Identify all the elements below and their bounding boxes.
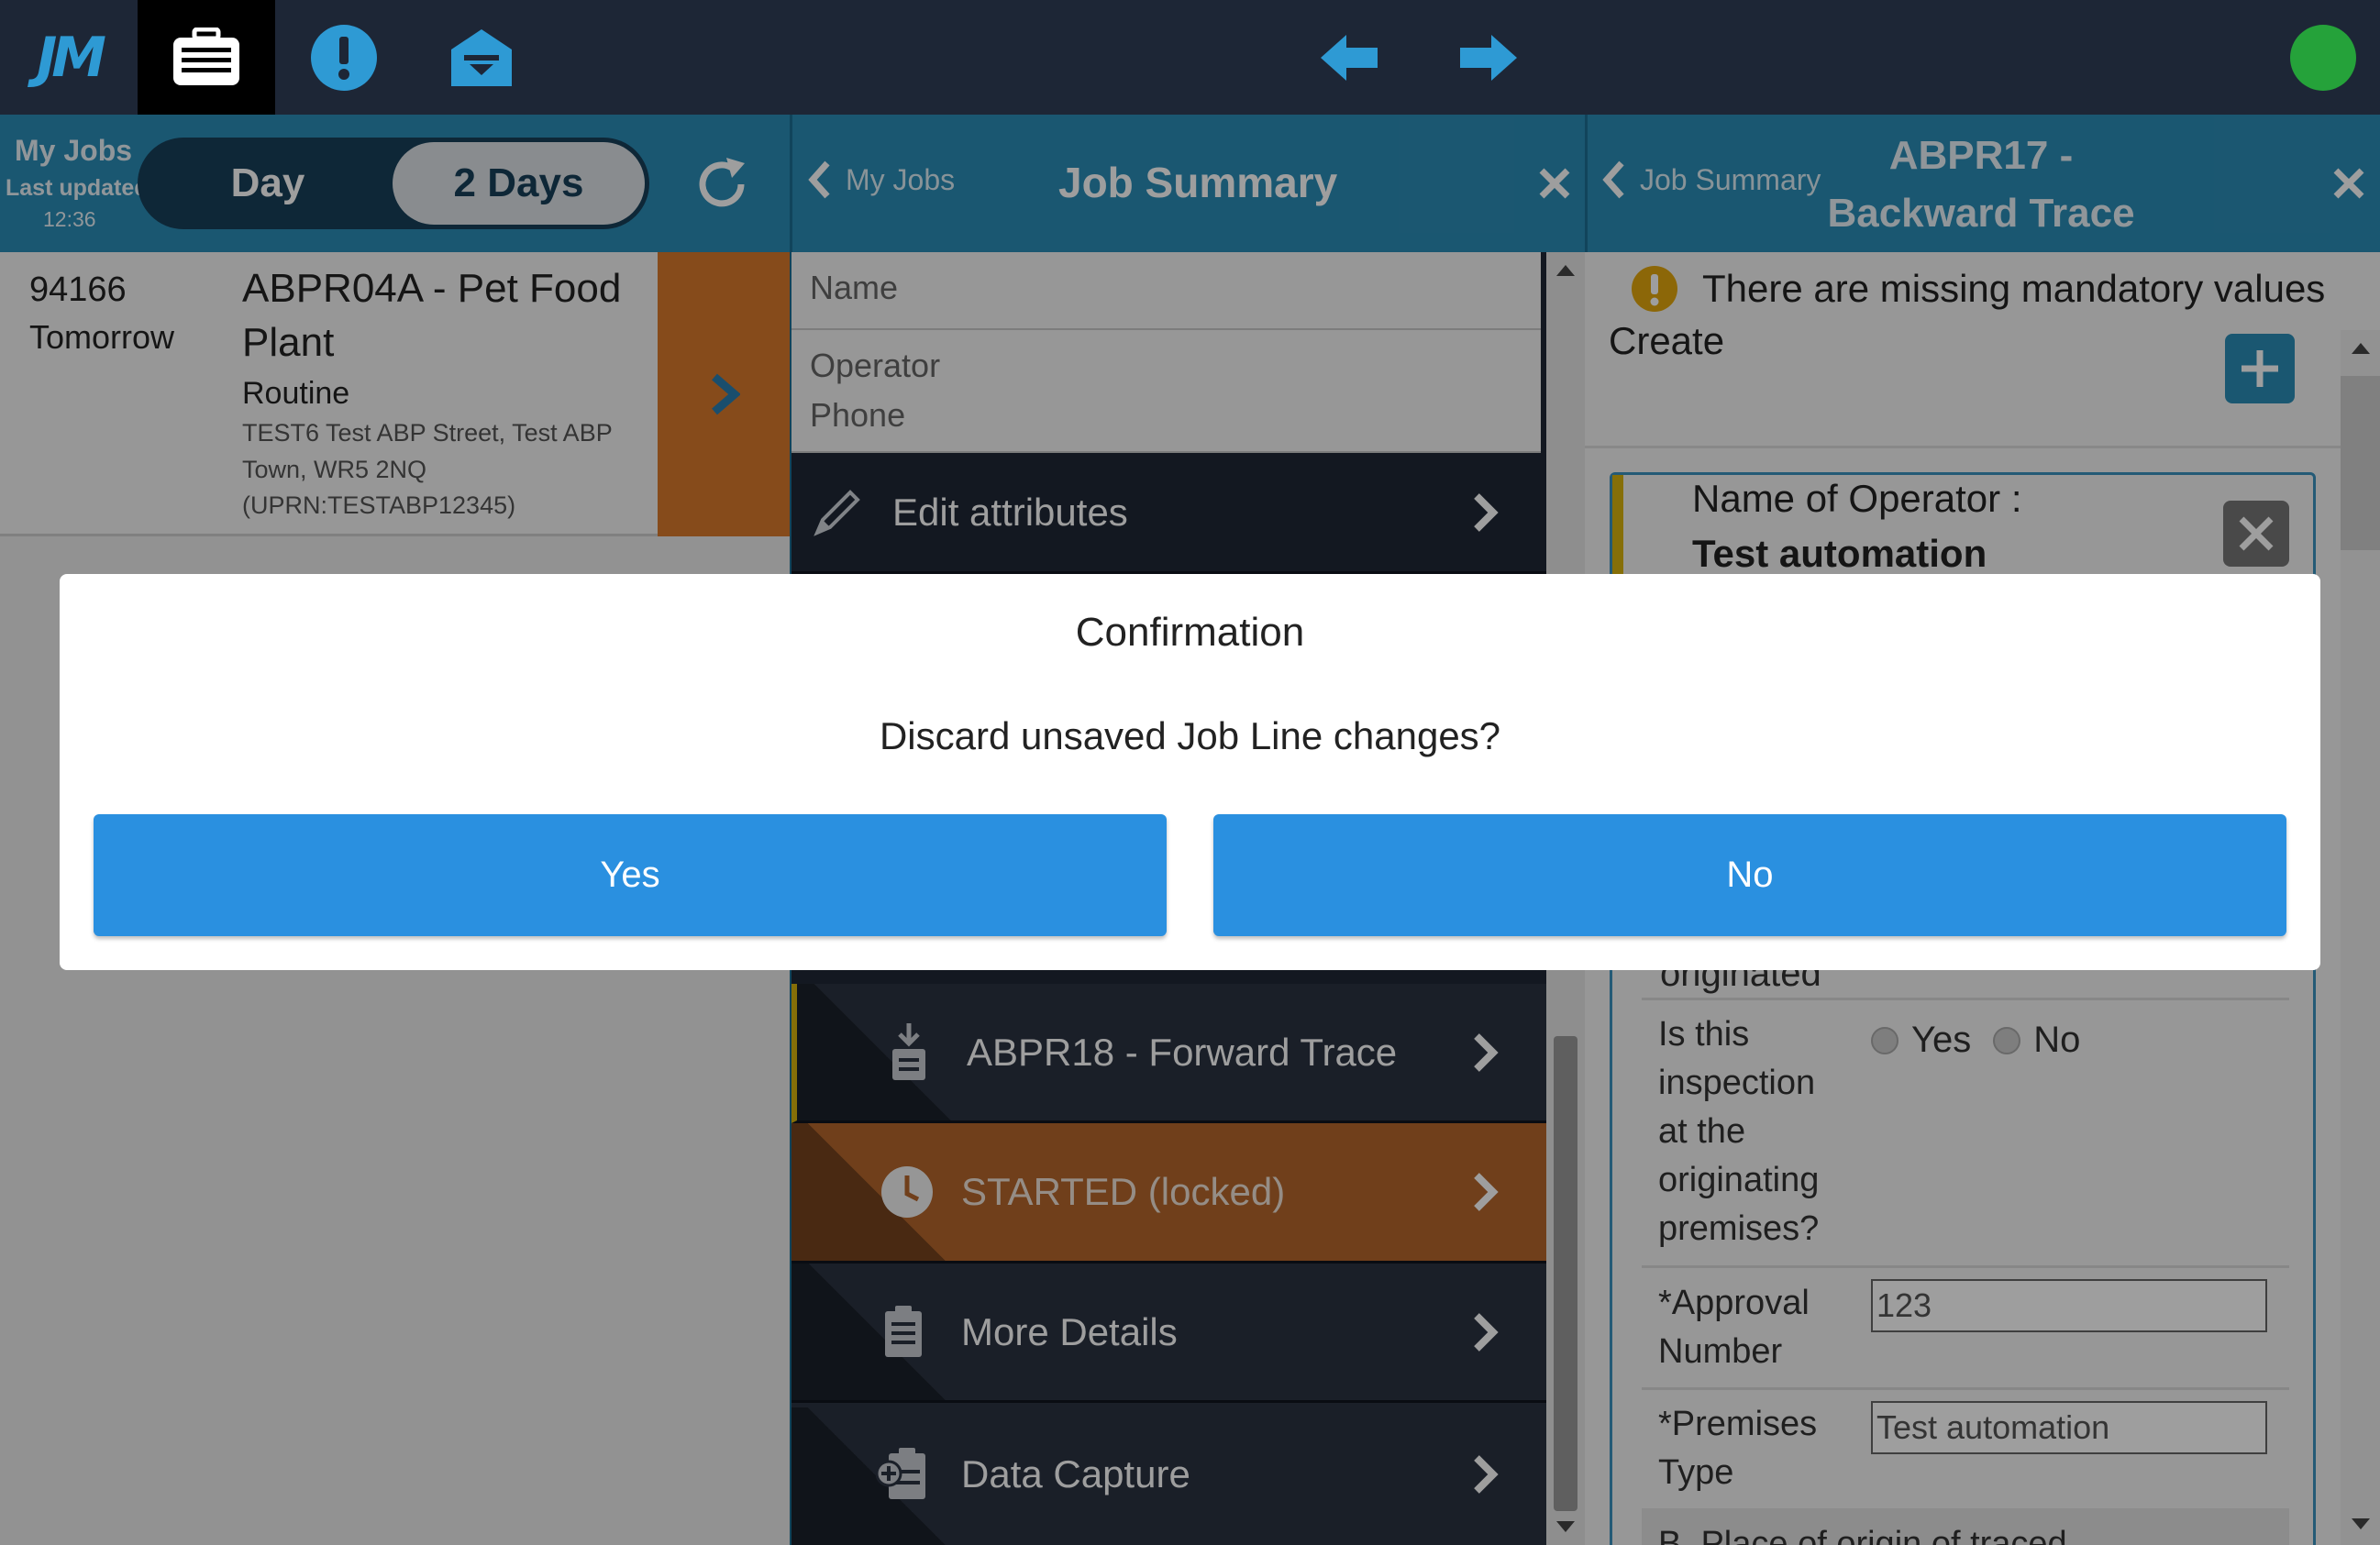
dialog-title: Confirmation bbox=[1075, 610, 1305, 655]
dialog-message: Discard unsaved Job Line changes? bbox=[879, 714, 1501, 757]
forward-arrow-icon[interactable] bbox=[1460, 35, 1517, 81]
inbox-icon[interactable] bbox=[413, 0, 550, 115]
alert-icon[interactable] bbox=[275, 0, 413, 115]
app-logo[interactable]: JM bbox=[0, 0, 138, 115]
jobs-briefcase-icon[interactable] bbox=[138, 0, 275, 115]
yes-button[interactable]: Yes bbox=[94, 814, 1167, 936]
no-button[interactable]: No bbox=[1213, 814, 2286, 936]
status-online-icon bbox=[2290, 25, 2356, 91]
back-arrow-icon[interactable] bbox=[1321, 35, 1378, 81]
